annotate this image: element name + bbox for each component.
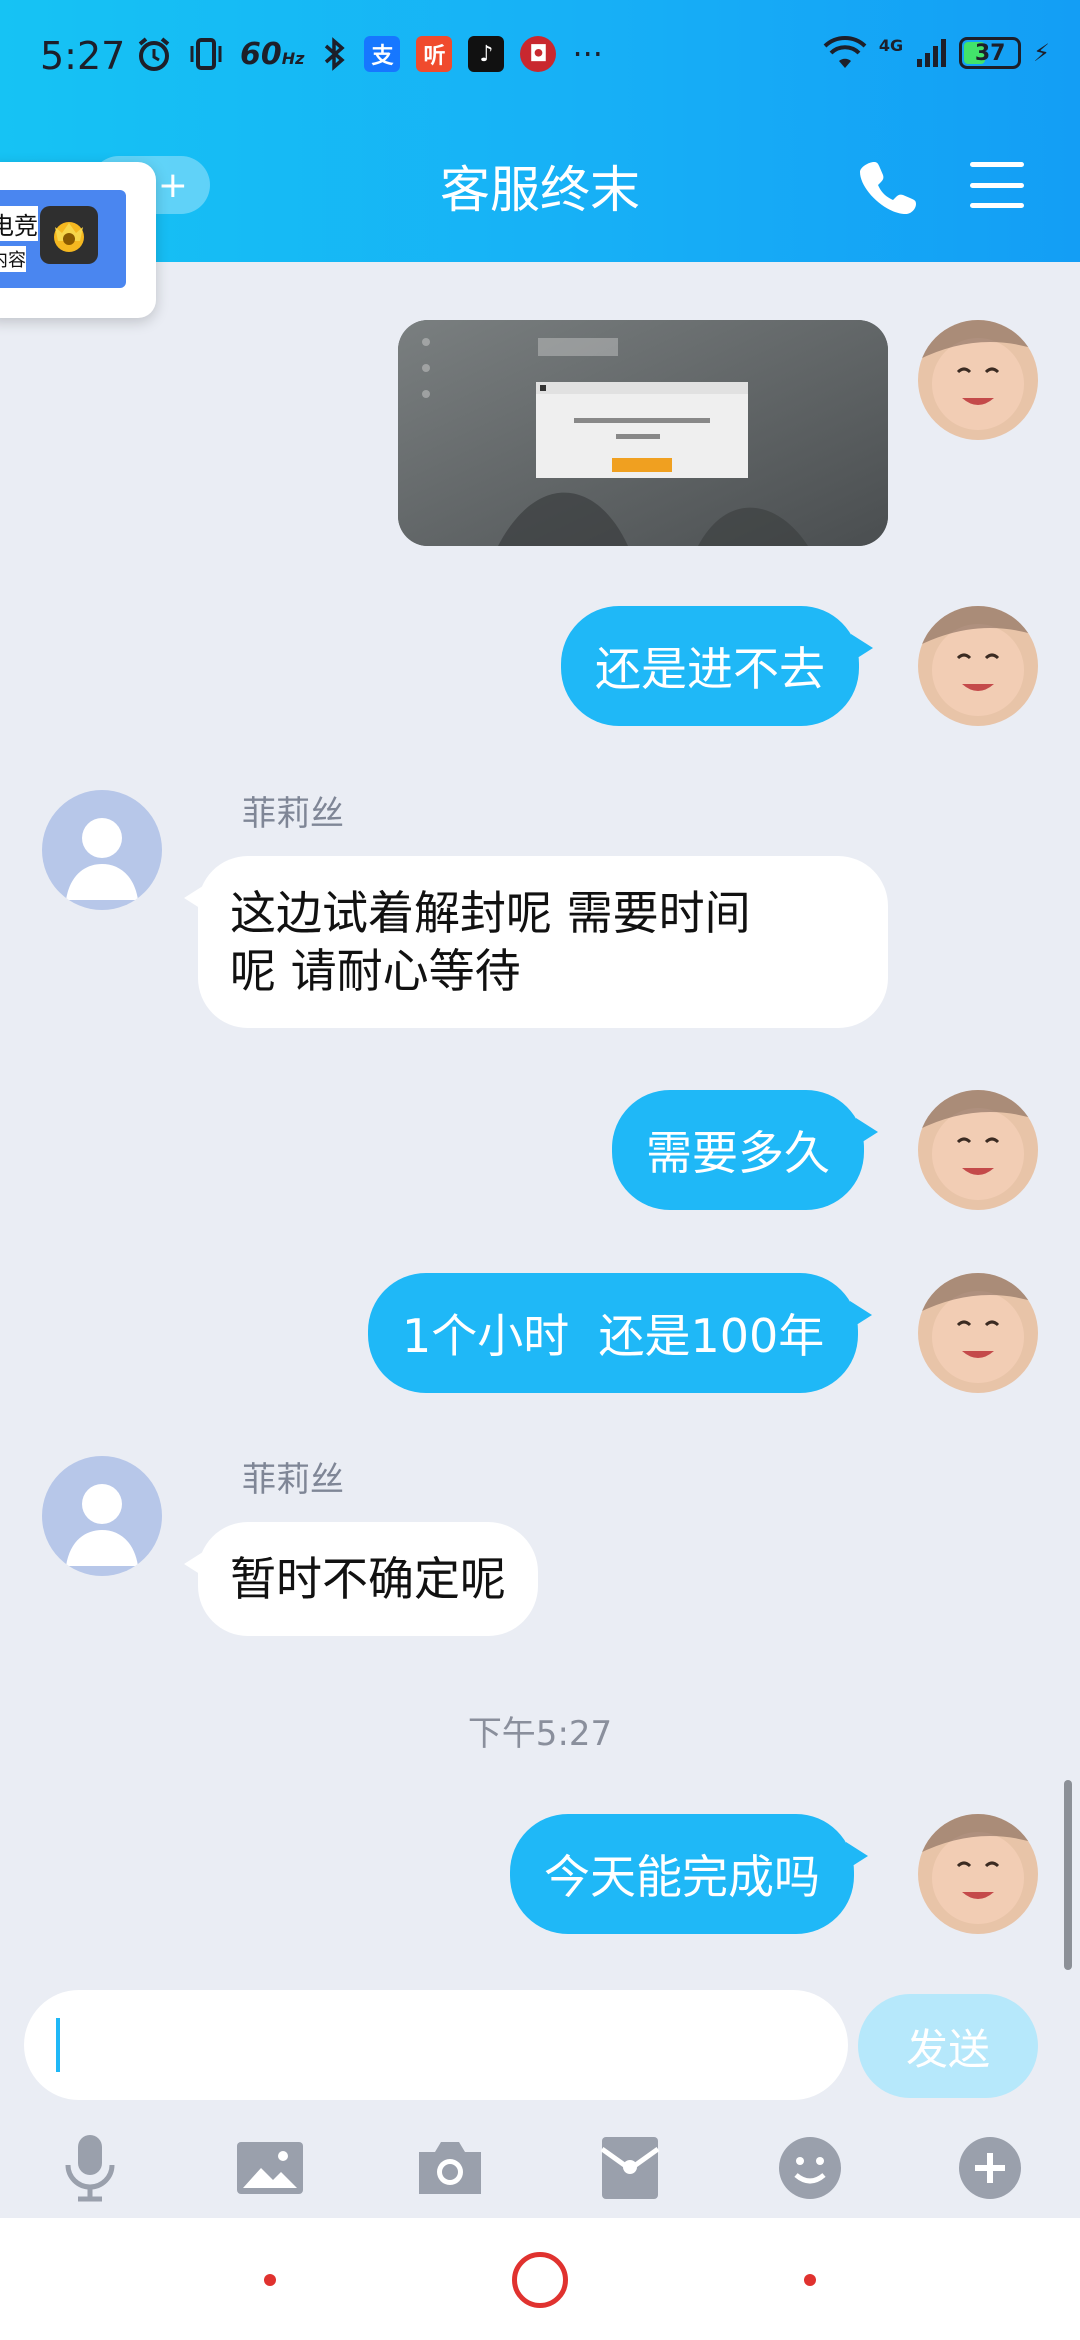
refresh-rate: 60Hz	[240, 36, 305, 72]
my-avatar[interactable]	[918, 606, 1038, 726]
message-timestamp: 下午5:27	[467, 1714, 613, 1754]
my-avatar[interactable]	[918, 320, 1038, 440]
contact-message-bubble[interactable]: 这边试着解封呢 需要时间 呢 请耐心等待	[184, 856, 888, 1028]
page-title: 客服终末	[440, 161, 640, 219]
nav-menu-button[interactable]	[264, 2274, 276, 2286]
my-message-bubble[interactable]: 1个小时 还是100年	[368, 1273, 873, 1393]
my-avatar[interactable]	[918, 1814, 1038, 1934]
send-button[interactable]: 发送	[858, 1994, 1038, 2098]
plus-icon[interactable]	[950, 2128, 1030, 2208]
more-notifications-icon: ···	[572, 35, 603, 73]
text-caret	[56, 2018, 60, 2072]
battery-indicator: 37	[959, 37, 1022, 69]
redpacket-icon[interactable]	[590, 2128, 670, 2208]
contact-avatar[interactable]	[42, 790, 162, 910]
message-text: 今天能完成吗	[544, 1850, 820, 1904]
floating-esports-widget[interactable]: 电竞 内容	[0, 162, 156, 318]
chat-scrollbar[interactable]	[1064, 1780, 1072, 1970]
status-bar: 5:27 60Hz 支 听 ♪ ◘ ··· 4G 37 ⚡	[0, 0, 1080, 110]
charging-icon: ⚡	[1033, 39, 1050, 67]
status-icons-left: 60Hz 支 听 ♪ ◘ ···	[136, 34, 603, 74]
message-text: 需要多久	[646, 1126, 830, 1180]
mic-icon[interactable]	[50, 2128, 130, 2208]
bluetooth-icon	[325, 37, 346, 71]
camera-icon[interactable]	[410, 2128, 490, 2208]
wifi-icon	[823, 36, 867, 68]
status-icons-right: 4G 37 ⚡	[823, 36, 1050, 70]
sender-name: 菲莉丝	[242, 1460, 344, 1500]
contact-avatar[interactable]	[42, 1456, 162, 1576]
signal-icon	[917, 39, 947, 67]
my-message-bubble[interactable]: 今天能完成吗	[510, 1814, 868, 1934]
system-nav-bar	[0, 2218, 1080, 2340]
ximalaya-app-icon: 听	[416, 36, 453, 72]
phone-call-icon[interactable]	[860, 158, 916, 214]
crown-badge-icon	[40, 206, 98, 264]
chat-header: 5:27 60Hz 支 听 ♪ ◘ ··· 4G 37 ⚡ 99+ 客服终末	[0, 0, 1080, 262]
input-toolbar	[0, 2120, 1080, 2210]
sender-name: 菲莉丝	[242, 794, 344, 834]
message-text-line: 这边试着解封呢 需要时间	[230, 886, 751, 940]
nav-back-button[interactable]	[804, 2274, 816, 2286]
message-text: 暂时不确定呢	[230, 1552, 506, 1606]
floating-widget-line1: 电竞	[0, 206, 38, 241]
vibrate-icon	[190, 38, 222, 70]
message-text: 1个小时 还是100年	[402, 1309, 825, 1363]
image-icon[interactable]	[230, 2128, 310, 2208]
tiktok-app-icon: ♪	[468, 36, 505, 72]
message-text-line: 呢 请耐心等待	[230, 944, 521, 998]
status-time: 5:27	[40, 34, 126, 78]
floating-widget-line2: 内容	[0, 246, 26, 272]
contact-message-bubble[interactable]: 暂时不确定呢	[184, 1522, 538, 1636]
netease-app-icon: ◘	[520, 36, 557, 72]
alipay-app-icon: 支	[364, 36, 401, 72]
message-input[interactable]	[24, 1990, 848, 2100]
emoji-icon[interactable]	[770, 2128, 850, 2208]
image-message[interactable]	[398, 320, 888, 546]
screenshot-thumbnail	[398, 320, 888, 546]
my-message-bubble[interactable]: 还是进不去	[561, 606, 873, 726]
my-avatar[interactable]	[918, 1090, 1038, 1210]
menu-icon[interactable]	[970, 162, 1024, 208]
my-avatar[interactable]	[918, 1273, 1038, 1393]
my-message-bubble[interactable]: 需要多久	[612, 1090, 878, 1210]
message-text: 还是进不去	[595, 642, 825, 696]
network-type: 4G	[878, 36, 904, 55]
nav-home-button[interactable]	[512, 2252, 568, 2308]
alarm-icon	[138, 37, 170, 71]
